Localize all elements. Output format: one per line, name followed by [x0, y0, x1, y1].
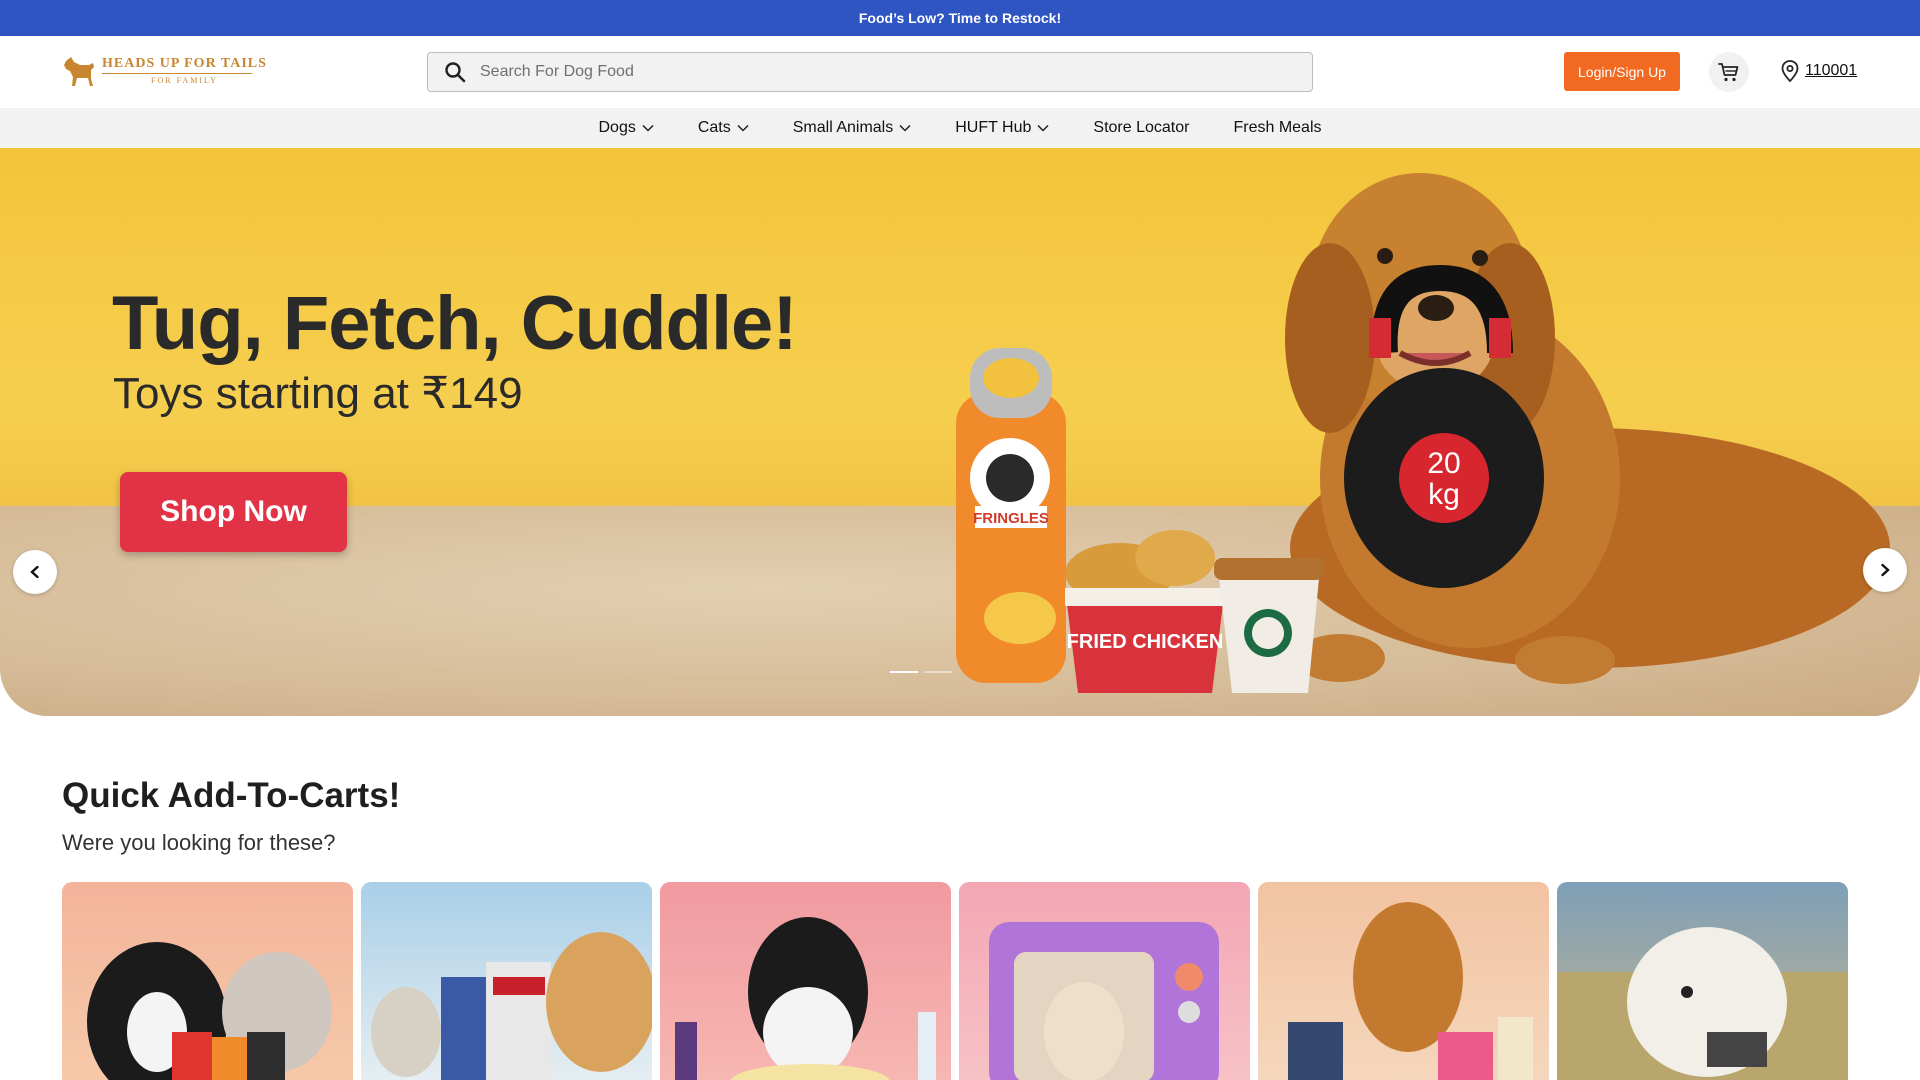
- carousel-dot-active[interactable]: [890, 671, 918, 673]
- main-nav: Dogs Cats Small Animals HUFT Hub Store L…: [0, 108, 1920, 148]
- carousel-prev-button[interactable]: [13, 550, 57, 594]
- search-icon[interactable]: [444, 61, 466, 83]
- hero-dog-illustration: 20 kg FRINGLES FRIED CHICKEN: [956, 173, 1890, 693]
- dog-and-cat-image: [87, 942, 332, 1080]
- dog-food-bags-image: [371, 932, 652, 1080]
- nav-item-fresh-meals[interactable]: Fresh Meals: [1233, 119, 1321, 137]
- nav-item-cats[interactable]: Cats: [698, 119, 749, 137]
- section-subtitle: Were you looking for these?: [62, 830, 336, 855]
- brand-logo[interactable]: HEADS UP FOR TAILS FOR FAMILY: [62, 53, 267, 89]
- dog-logo-icon: [64, 57, 94, 86]
- hero-subtitle: Toys starting at ₹149: [113, 369, 523, 418]
- hero-title: Tug, Fetch, Cuddle!: [112, 281, 798, 366]
- quick-add-cards: [62, 882, 1920, 1080]
- nav-item-label: Cats: [697, 119, 731, 136]
- logo-divider: [102, 73, 252, 74]
- site-header: HEADS UP FOR TAILS FOR FAMILY Login/Sign…: [0, 36, 1920, 108]
- nav-item-huft-hub[interactable]: HUFT Hub: [955, 119, 1049, 137]
- carousel-next-button[interactable]: [1863, 548, 1907, 592]
- search-bar: [427, 52, 1313, 92]
- nav-item-label: Fresh Meals: [1233, 119, 1322, 136]
- delivery-location[interactable]: 110001: [1781, 60, 1857, 82]
- location-pin-icon: [1781, 60, 1799, 82]
- chevron-down-icon: [642, 124, 654, 132]
- section-title: Quick Add-To-Carts!: [62, 776, 401, 815]
- kettlebell-weight-top: 20: [1427, 447, 1460, 480]
- shopping-cart-icon: [1718, 63, 1739, 82]
- nav-item-label: Dogs: [598, 119, 636, 136]
- product-card[interactable]: [959, 882, 1250, 1080]
- chevron-down-icon: [1037, 124, 1049, 132]
- product-card[interactable]: [1557, 882, 1848, 1080]
- product-card[interactable]: [62, 882, 353, 1080]
- nav-item-label: Store Locator: [1093, 119, 1190, 136]
- product-card[interactable]: [660, 882, 951, 1080]
- pincode-link[interactable]: 110001: [1805, 62, 1857, 80]
- logo-wordmark: HEADS UP FOR TAILS: [102, 56, 267, 71]
- chips-brand-label: FRINGLES: [973, 510, 1049, 527]
- nav-item-small-animals[interactable]: Small Animals: [793, 119, 911, 137]
- cat-tv-bed-image: [989, 922, 1219, 1080]
- product-card[interactable]: [1258, 882, 1549, 1080]
- grooming-dog-image: [675, 917, 936, 1080]
- login-signup-button[interactable]: Login/Sign Up: [1564, 52, 1680, 91]
- announcement-text[interactable]: Food’s Low? Time to Restock!: [859, 10, 1061, 26]
- nav-item-label: HUFT Hub: [955, 119, 1032, 136]
- chevron-down-icon: [737, 124, 749, 132]
- chevron-down-icon: [899, 124, 911, 132]
- bucket-label: FRIED CHICKEN: [1067, 631, 1224, 653]
- nav-item-label: Small Animals: [792, 119, 894, 136]
- chevron-right-icon: [1881, 563, 1890, 577]
- kettlebell-weight-unit: kg: [1428, 478, 1460, 511]
- announcement-bar[interactable]: Food’s Low? Time to Restock!: [0, 0, 1920, 36]
- carousel-dot[interactable]: [924, 671, 952, 673]
- nav-item-store-locator[interactable]: Store Locator: [1093, 119, 1189, 137]
- chevron-left-icon: [30, 565, 39, 579]
- quick-add-section: Quick Add-To-Carts! Were you looking for…: [0, 776, 1920, 1080]
- search-input[interactable]: [480, 63, 1280, 81]
- dog-snacks-image: [1288, 902, 1533, 1080]
- shop-now-button[interactable]: Shop Now: [120, 472, 347, 552]
- cart-button[interactable]: [1709, 52, 1749, 92]
- product-card[interactable]: [361, 882, 652, 1080]
- logo-tagline: FOR FAMILY: [151, 76, 218, 85]
- hero-banner[interactable]: 20 kg FRINGLES FRIED CHICKEN Tug, Fetch,…: [0, 148, 1920, 716]
- white-dog-harness-image: [1557, 927, 1848, 1080]
- nav-item-dogs[interactable]: Dogs: [598, 119, 654, 137]
- carousel-indicators: [890, 671, 952, 673]
